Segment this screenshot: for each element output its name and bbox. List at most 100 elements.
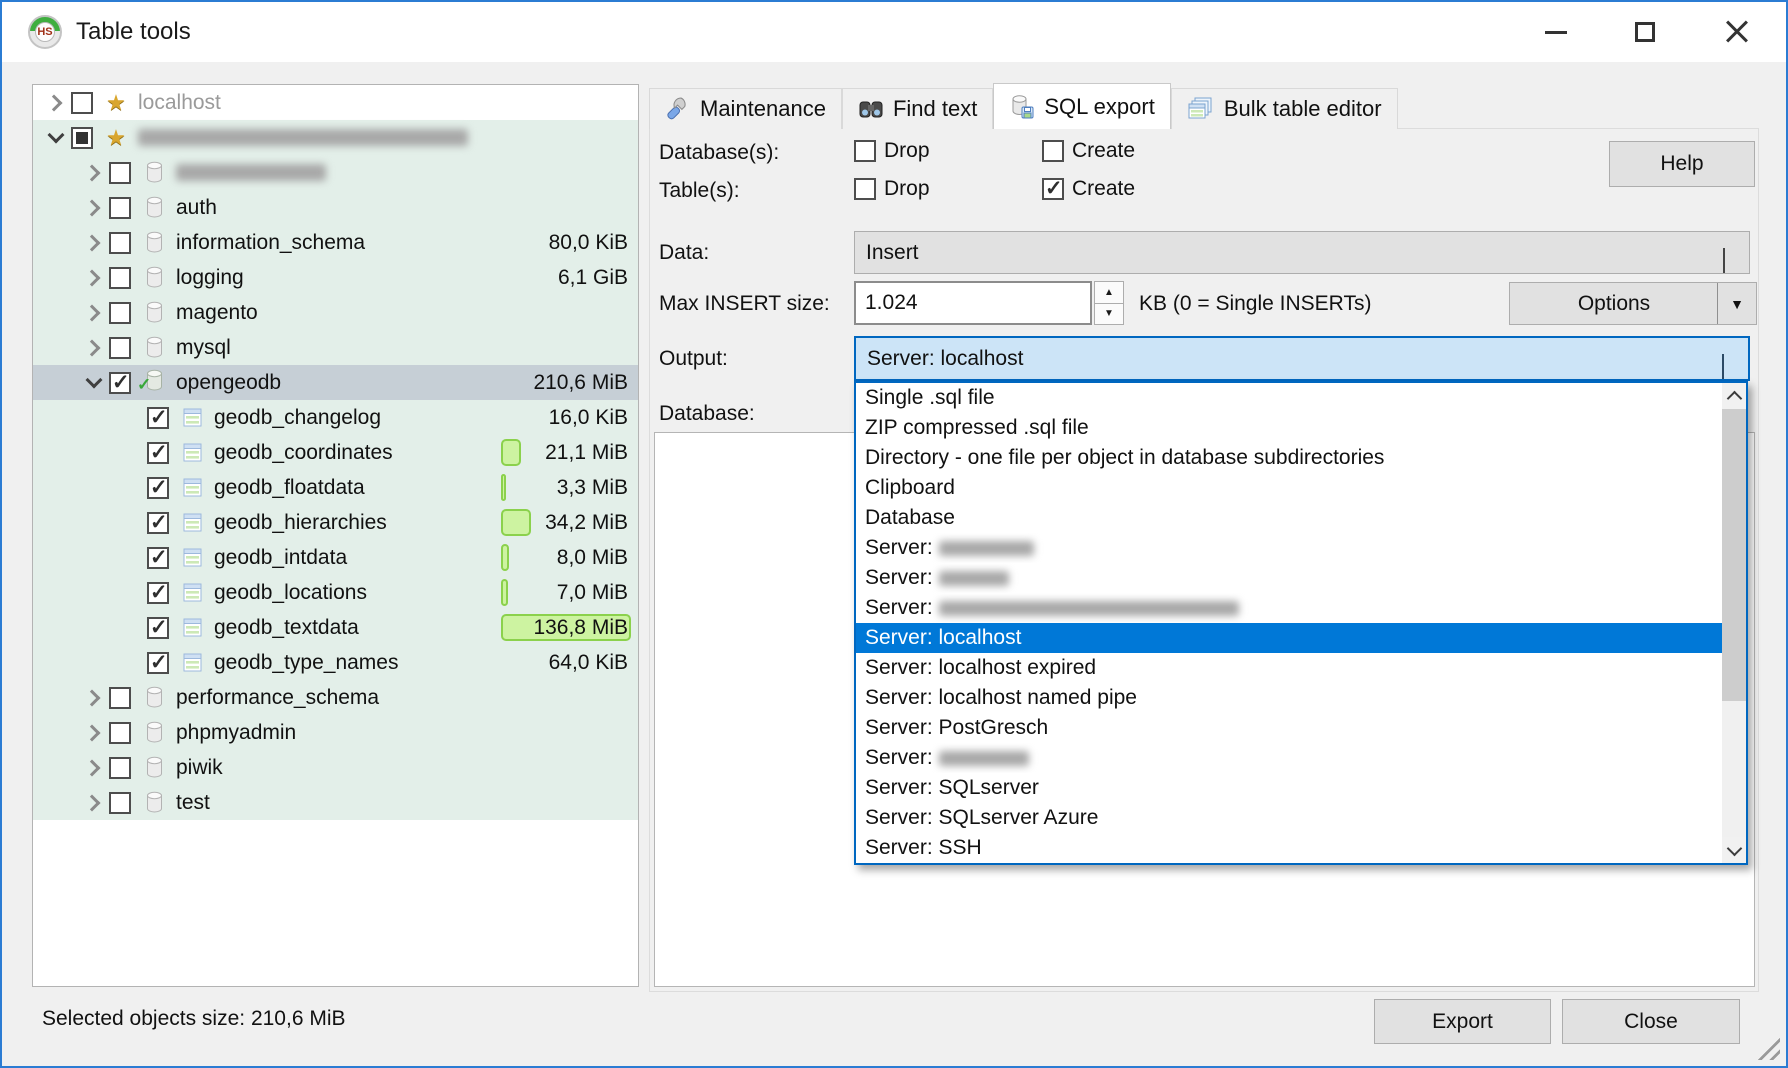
tree-checkbox[interactable] — [147, 547, 169, 569]
close-button[interactable] — [1705, 2, 1769, 62]
resize-grip[interactable] — [1754, 1034, 1780, 1060]
tree-checkbox[interactable] — [147, 582, 169, 604]
output-option[interactable]: Single .sql file — [856, 383, 1722, 413]
tree-row[interactable]: ★localhost — [33, 85, 638, 120]
max-insert-input[interactable] — [854, 281, 1092, 325]
tab-sql-export[interactable]: SQL export — [993, 83, 1170, 129]
tab-bulk-table-editor[interactable]: Bulk table editor — [1171, 88, 1398, 129]
export-button[interactable]: Export — [1374, 999, 1551, 1044]
expand-arrow-icon[interactable] — [79, 688, 109, 708]
checkbox[interactable] — [854, 140, 876, 162]
expand-arrow-icon[interactable] — [41, 93, 71, 113]
tree-row[interactable]: geodb_coordinates21,1 MiB — [33, 435, 638, 470]
tree-row[interactable]: opengeodb210,6 MiB — [33, 365, 638, 400]
tree-row[interactable]: piwik — [33, 750, 638, 785]
minimize-button[interactable] — [1524, 2, 1588, 62]
tree-row[interactable] — [33, 155, 638, 190]
scroll-down-button[interactable] — [1722, 837, 1746, 863]
output-option[interactable]: Directory - one file per object in datab… — [856, 443, 1722, 473]
databases-drop-checkbox[interactable]: Drop — [854, 139, 930, 163]
maximize-button[interactable] — [1613, 2, 1677, 62]
tree-row[interactable]: geodb_changelog16,0 KiB — [33, 400, 638, 435]
tree-checkbox[interactable] — [147, 512, 169, 534]
databases-create-checkbox[interactable]: Create — [1042, 139, 1135, 163]
tree-row[interactable]: geodb_locations7,0 MiB — [33, 575, 638, 610]
close-dialog-button[interactable]: Close — [1562, 999, 1740, 1044]
tab-maintenance[interactable]: Maintenance — [649, 88, 842, 129]
tables-create-checkbox[interactable]: Create — [1042, 177, 1135, 201]
checkbox[interactable] — [854, 178, 876, 200]
tree-row[interactable]: phpmyadmin — [33, 715, 638, 750]
tree-checkbox[interactable] — [109, 232, 131, 254]
expand-arrow-icon[interactable] — [79, 373, 109, 393]
spinner-down-button[interactable]: ▼ — [1094, 303, 1124, 326]
tree-row[interactable]: test — [33, 785, 638, 820]
expand-arrow-icon[interactable] — [79, 268, 109, 288]
tree-checkbox[interactable] — [71, 127, 93, 149]
tree-checkbox[interactable] — [147, 617, 169, 639]
tree-checkbox[interactable] — [109, 197, 131, 219]
tree-checkbox[interactable] — [71, 92, 93, 114]
output-option[interactable]: Clipboard — [856, 473, 1722, 503]
tab-find-text[interactable]: Find text — [842, 88, 993, 129]
help-button[interactable]: Help — [1609, 141, 1755, 187]
expand-arrow-icon[interactable] — [79, 303, 109, 323]
object-tree[interactable]: ★localhost★ authinformation_schema80,0 Ki… — [32, 84, 639, 987]
output-option[interactable]: Server: localhost named pipe — [856, 683, 1722, 713]
data-combobox[interactable]: Insert — [854, 231, 1750, 274]
output-option[interactable]: Server: localhost — [856, 623, 1722, 653]
expand-arrow-icon[interactable] — [79, 758, 109, 778]
tree-checkbox[interactable] — [109, 302, 131, 324]
tree-checkbox[interactable] — [147, 442, 169, 464]
output-option[interactable]: Server: — [856, 533, 1722, 563]
expand-arrow-icon[interactable] — [79, 233, 109, 253]
tree-checkbox[interactable] — [147, 407, 169, 429]
tree-checkbox[interactable] — [147, 477, 169, 499]
output-option[interactable]: Server: PostGresch — [856, 713, 1722, 743]
expand-arrow-icon[interactable] — [79, 723, 109, 743]
tree-checkbox[interactable] — [109, 267, 131, 289]
output-option[interactable]: Server: — [856, 563, 1722, 593]
tree-row[interactable]: geodb_type_names64,0 KiB — [33, 645, 638, 680]
tree-row[interactable]: geodb_hierarchies34,2 MiB — [33, 505, 638, 540]
tree-checkbox[interactable] — [109, 757, 131, 779]
tree-checkbox[interactable] — [109, 792, 131, 814]
expand-arrow-icon[interactable] — [79, 793, 109, 813]
expand-arrow-icon[interactable] — [79, 198, 109, 218]
options-button[interactable]: Options ▼ — [1509, 282, 1757, 325]
tree-checkbox[interactable] — [109, 722, 131, 744]
checkbox[interactable] — [1042, 140, 1064, 162]
tree-checkbox[interactable] — [109, 162, 131, 184]
tree-row[interactable]: performance_schema — [33, 680, 638, 715]
checkbox[interactable] — [1042, 178, 1064, 200]
tree-row[interactable]: magento — [33, 295, 638, 330]
tree-row[interactable]: geodb_intdata8,0 MiB — [33, 540, 638, 575]
output-combobox[interactable]: Server: localhost — [854, 336, 1750, 381]
output-option[interactable]: Server: — [856, 593, 1722, 623]
options-dropdown-arrow[interactable]: ▼ — [1717, 283, 1756, 324]
output-option[interactable]: Server: SSH — [856, 833, 1722, 863]
tree-row[interactable]: logging6,1 GiB — [33, 260, 638, 295]
output-option[interactable]: Server: localhost expired — [856, 653, 1722, 683]
tree-row[interactable]: information_schema80,0 KiB — [33, 225, 638, 260]
tree-row[interactable]: geodb_floatdata3,3 MiB — [33, 470, 638, 505]
spinner-up-button[interactable]: ▲ — [1094, 281, 1124, 304]
scrollbar-thumb[interactable] — [1722, 409, 1746, 701]
output-option[interactable]: Server: — [856, 743, 1722, 773]
tree-row[interactable]: ★ — [33, 120, 638, 155]
dropdown-scrollbar[interactable] — [1722, 383, 1746, 863]
expand-arrow-icon[interactable] — [79, 338, 109, 358]
tree-row[interactable]: mysql — [33, 330, 638, 365]
tables-drop-checkbox[interactable]: Drop — [854, 177, 930, 201]
tree-checkbox[interactable] — [109, 687, 131, 709]
expand-arrow-icon[interactable] — [41, 128, 71, 148]
output-option[interactable]: ZIP compressed .sql file — [856, 413, 1722, 443]
output-option[interactable]: Server: SQLserver Azure — [856, 803, 1722, 833]
tree-checkbox[interactable] — [109, 337, 131, 359]
tree-checkbox[interactable] — [147, 652, 169, 674]
output-dropdown-list[interactable]: Single .sql fileZIP compressed .sql file… — [854, 381, 1748, 865]
tree-row[interactable]: geodb_textdata136,8 MiB — [33, 610, 638, 645]
scroll-up-button[interactable] — [1722, 383, 1746, 409]
output-option[interactable]: Server: SQLserver — [856, 773, 1722, 803]
tree-row[interactable]: auth — [33, 190, 638, 225]
